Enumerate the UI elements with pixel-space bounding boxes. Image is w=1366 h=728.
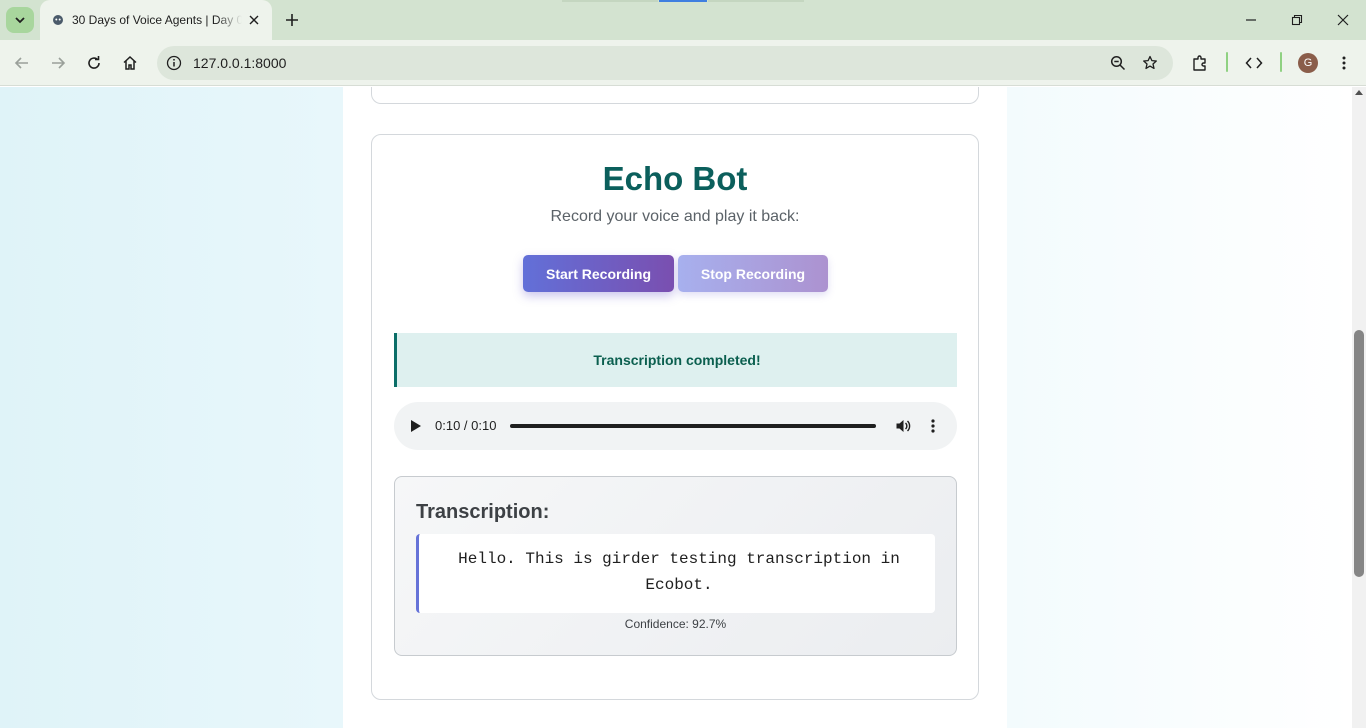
menu-icon: [1342, 56, 1346, 70]
echo-bot-card: Echo Bot Record your voice and play it b…: [371, 134, 979, 700]
main-container: Echo Bot Record your voice and play it b…: [343, 87, 1007, 728]
tab-close-button[interactable]: [246, 12, 262, 28]
avatar[interactable]: G: [1298, 53, 1318, 73]
new-tab-button[interactable]: [281, 9, 303, 31]
transcription-heading: Transcription:: [416, 501, 550, 523]
zoom-button[interactable]: [1109, 54, 1127, 72]
minimize-button[interactable]: [1228, 0, 1274, 40]
close-icon: [1337, 14, 1349, 26]
status-message: Transcription completed!: [394, 333, 957, 387]
title-bar: 30 Days of Voice Agents | Day 0: [0, 0, 1366, 40]
toolbar-separator: [1280, 52, 1282, 72]
star-icon: [1143, 55, 1157, 70]
volume-button[interactable]: [894, 417, 912, 435]
start-recording-button[interactable]: Start Recording: [523, 255, 674, 292]
echo-bot-subtitle: Record your voice and play it back:: [550, 208, 800, 225]
audio-time: 0:10 / 0:10: [435, 418, 497, 433]
extensions-icon: [1193, 55, 1206, 71]
page-scrollbar[interactable]: [1352, 87, 1366, 728]
browser-menu-button[interactable]: [1332, 51, 1356, 75]
tab-title: 30 Days of Voice Agents | Day 0: [72, 13, 242, 27]
reload-button[interactable]: [82, 51, 106, 75]
extensions-button[interactable]: [1188, 51, 1212, 75]
home-icon: [123, 55, 137, 70]
zoom-icon: [1110, 55, 1126, 71]
confidence-score: Confidence: 92.7%: [624, 617, 727, 631]
chevron-down-icon: [15, 17, 25, 24]
audio-progress-bar[interactable]: [510, 424, 876, 428]
reload-icon: [88, 56, 100, 69]
more-icon: [931, 419, 935, 433]
forward-icon: [52, 57, 66, 69]
restore-icon: [1291, 14, 1303, 26]
tab-search-button[interactable]: [6, 7, 34, 33]
url-text: 127.0.0.1:8000: [193, 55, 287, 71]
back-button[interactable]: [10, 51, 34, 75]
transcription-text: Hello. This is girder testing transcript…: [458, 550, 900, 594]
close-icon: [249, 15, 259, 25]
play-button[interactable]: [408, 418, 424, 434]
stop-recording-button[interactable]: Stop Recording: [678, 255, 828, 292]
forward-button[interactable]: [46, 51, 70, 75]
devtools-icon: [1245, 57, 1263, 69]
address-bar[interactable]: 127.0.0.1:8000: [157, 46, 1173, 80]
plus-icon: [286, 14, 298, 26]
tab-strip-indicator: [562, 0, 658, 2]
minimize-icon: [1246, 19, 1256, 21]
scroll-up-arrow-icon[interactable]: [1355, 90, 1363, 95]
site-info-button[interactable]: [165, 54, 183, 72]
audio-options-button[interactable]: [924, 417, 942, 435]
transcription-box: Hello. This is girder testing transcript…: [416, 534, 935, 613]
browser-tab[interactable]: 30 Days of Voice Agents | Day 0: [40, 0, 272, 40]
window-close-button[interactable]: [1320, 0, 1366, 40]
previous-section-card: [371, 87, 979, 104]
play-icon: [411, 420, 421, 432]
transcription-panel: Transcription: Hello. This is girder tes…: [394, 476, 957, 656]
toolbar-separator: [1226, 52, 1228, 72]
favicon-icon: [53, 15, 63, 25]
page-viewport[interactable]: Echo Bot Record your voice and play it b…: [0, 87, 1352, 728]
info-icon: [166, 55, 182, 71]
tab-strip-indicator: [708, 0, 804, 2]
volume-icon: [896, 420, 911, 432]
home-button[interactable]: [118, 51, 142, 75]
restore-button[interactable]: [1274, 0, 1320, 40]
back-icon: [14, 57, 28, 69]
audio-player[interactable]: 0:10 / 0:10: [394, 402, 957, 450]
tab-strip-indicator-active: [659, 0, 707, 2]
scrollbar-thumb[interactable]: [1354, 330, 1364, 577]
devtools-button[interactable]: [1242, 51, 1266, 75]
bookmark-button[interactable]: [1141, 54, 1159, 72]
echo-bot-title: Echo Bot: [602, 160, 748, 197]
